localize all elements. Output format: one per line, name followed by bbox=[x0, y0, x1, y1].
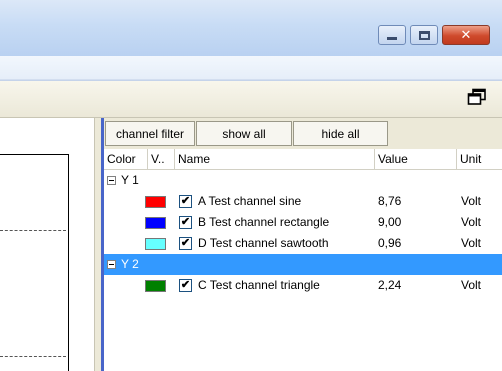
maximize-button[interactable] bbox=[410, 25, 438, 45]
channel-row[interactable]: ✔ C Test channel triangle 2,24 Volt bbox=[104, 275, 502, 296]
channel-unit: Volt bbox=[461, 278, 482, 292]
channel-row[interactable]: ✔ A Test channel sine 8,76 Volt bbox=[104, 191, 502, 212]
visibility-checkbox[interactable]: ✔ bbox=[179, 195, 192, 208]
hide-all-label: hide all bbox=[321, 126, 360, 141]
menu-strip bbox=[0, 56, 502, 80]
close-button[interactable]: ✕ bbox=[442, 25, 490, 45]
channel-color-swatch[interactable] bbox=[145, 238, 166, 250]
column-header-value[interactable]: Value bbox=[375, 149, 457, 170]
column-header-visible[interactable]: V.. bbox=[148, 149, 175, 170]
channel-value: 8,76 bbox=[378, 194, 402, 208]
close-icon: ✕ bbox=[460, 27, 472, 43]
channel-unit: Volt bbox=[461, 194, 482, 208]
channel-color-swatch[interactable] bbox=[145, 280, 166, 292]
plot-frame bbox=[0, 154, 69, 371]
channel-panel: channel filter show all hide all Color V… bbox=[104, 118, 502, 371]
channel-name: A Test channel sine bbox=[198, 194, 302, 208]
channel-filter-label: channel filter bbox=[115, 126, 185, 141]
column-header-name[interactable]: Name bbox=[175, 149, 375, 170]
channel-value: 2,24 bbox=[378, 278, 402, 292]
grid-line bbox=[0, 356, 66, 357]
channel-value: 0,96 bbox=[378, 236, 402, 250]
column-header-unit[interactable]: Unit bbox=[457, 149, 502, 170]
group-row-y2[interactable]: Y 2 bbox=[104, 254, 502, 275]
collapse-icon[interactable] bbox=[107, 176, 116, 185]
column-header: Color V.. Name Value Unit bbox=[104, 149, 502, 170]
show-all-label: show all bbox=[222, 126, 266, 141]
visibility-checkbox[interactable]: ✔ bbox=[179, 237, 192, 250]
channel-name: D Test channel sawtooth bbox=[198, 236, 329, 250]
visibility-checkbox[interactable]: ✔ bbox=[179, 279, 192, 292]
group-label: Y 1 bbox=[121, 173, 139, 187]
channel-value: 9,00 bbox=[378, 215, 402, 229]
title-bar: ✕ bbox=[0, 0, 502, 56]
channel-unit: Volt bbox=[461, 236, 482, 250]
grid-line bbox=[0, 230, 66, 231]
column-header-color[interactable]: Color bbox=[104, 149, 148, 170]
restore-window-icon[interactable] bbox=[467, 88, 487, 106]
channel-unit: Volt bbox=[461, 215, 482, 229]
plot-area[interactable] bbox=[0, 118, 94, 371]
group-row-y1[interactable]: Y 1 bbox=[104, 170, 502, 191]
channel-row[interactable]: ✔ D Test channel sawtooth 0,96 Volt bbox=[104, 233, 502, 254]
toolbar bbox=[0, 80, 502, 118]
visibility-checkbox[interactable]: ✔ bbox=[179, 216, 192, 229]
channel-row[interactable]: ✔ B Test channel rectangle 9,00 Volt bbox=[104, 212, 502, 233]
minimize-button[interactable] bbox=[378, 25, 406, 45]
channel-filter-button[interactable]: channel filter bbox=[105, 121, 195, 146]
channel-color-swatch[interactable] bbox=[145, 196, 166, 208]
minimize-icon bbox=[387, 36, 397, 40]
collapse-icon[interactable] bbox=[107, 260, 116, 269]
filter-bar: channel filter show all hide all bbox=[104, 118, 502, 149]
maximize-icon bbox=[418, 30, 430, 40]
channel-name: B Test channel rectangle bbox=[198, 215, 330, 229]
channel-name: C Test channel triangle bbox=[198, 278, 320, 292]
hide-all-button[interactable]: hide all bbox=[293, 121, 388, 146]
show-all-button[interactable]: show all bbox=[196, 121, 292, 146]
channel-color-swatch[interactable] bbox=[145, 217, 166, 229]
group-label: Y 2 bbox=[121, 257, 139, 271]
